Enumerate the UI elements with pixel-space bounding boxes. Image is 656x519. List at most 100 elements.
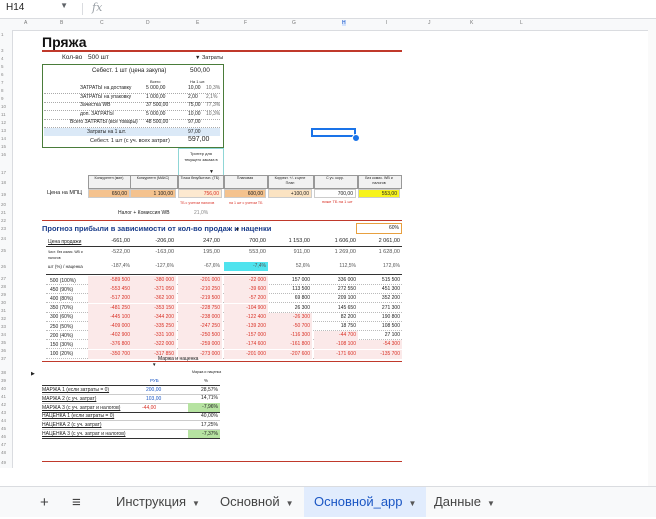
row-header-29[interactable]: 29 xyxy=(1,292,6,297)
row-header-47[interactable]: 47 xyxy=(1,442,6,447)
row-header-18[interactable]: 18 xyxy=(1,180,6,185)
row-header-46[interactable]: 46 xyxy=(1,434,6,439)
row-header-40[interactable]: 40 xyxy=(1,386,6,391)
tab-main-app[interactable]: Основной_app ▼ xyxy=(304,487,427,517)
name-box[interactable]: H14 ▼ xyxy=(6,1,68,15)
row-header-15[interactable]: 15 xyxy=(1,144,6,149)
row-header-32[interactable]: 32 xyxy=(1,316,6,321)
row-header-48[interactable]: 48 xyxy=(1,450,6,455)
row-header-23[interactable]: 23 xyxy=(1,226,6,231)
row-header-6[interactable]: 6 xyxy=(1,72,4,77)
price-value[interactable]: 756,00 xyxy=(178,189,222,198)
row-header-31[interactable]: 31 xyxy=(1,308,6,313)
sheet-title: Пряжа xyxy=(42,34,87,50)
price-value[interactable]: 553,00 xyxy=(358,189,400,198)
forecast-cell: -22 000 xyxy=(224,276,268,285)
cost-row-unit: 10,00 xyxy=(188,110,201,117)
row-header-44[interactable]: 44 xyxy=(1,418,6,423)
row-header-3[interactable]: 3 xyxy=(1,48,4,53)
row-header-17[interactable]: 17 xyxy=(1,170,6,175)
row-header-9[interactable]: 9 xyxy=(1,96,4,101)
row-header-42[interactable]: 42 xyxy=(1,402,6,407)
cost-value[interactable]: 500,00 xyxy=(190,67,210,74)
forecast-cell: -219 500 xyxy=(178,294,222,304)
forecast-cell: -139 200 xyxy=(224,322,268,331)
fill-handle[interactable] xyxy=(352,134,360,142)
row-header-45[interactable]: 45 xyxy=(1,426,6,431)
row-header-37[interactable]: 37 xyxy=(1,356,6,361)
fx-icon: fx xyxy=(92,1,103,14)
forecast-qty: 300 (60%) xyxy=(50,314,74,321)
row-header-26[interactable]: 26 xyxy=(1,264,6,269)
price-value[interactable]: 650,00 xyxy=(88,189,130,198)
row-header-38[interactable]: 38 xyxy=(1,370,6,375)
forecast-pct[interactable]: 60% xyxy=(389,225,399,231)
row-header-25[interactable]: 25 xyxy=(1,248,6,253)
forecast-arrow[interactable]: ▼ xyxy=(235,227,240,233)
cost-row-total[interactable]: 5 000,00 xyxy=(146,85,165,91)
vertical-scrollbar[interactable] xyxy=(648,30,656,486)
row-header-24[interactable]: 24 xyxy=(1,236,6,241)
markup-block-arrow[interactable]: ▼ xyxy=(152,362,156,368)
cost-row-total[interactable]: 37 500,00 xyxy=(146,102,168,108)
column-header-h[interactable]: H xyxy=(342,20,346,26)
tab-data[interactable]: Данные ▼ xyxy=(424,487,505,517)
collapse-icon[interactable]: ▶ xyxy=(31,371,35,377)
price-value[interactable]: 700,00 xyxy=(314,189,356,198)
row-header-4[interactable]: 4 xyxy=(1,56,4,61)
row-header-35[interactable]: 35 xyxy=(1,340,6,345)
tab-main[interactable]: Основной ▼ xyxy=(210,487,304,517)
row-header-11[interactable]: 11 xyxy=(1,112,6,117)
column-header-g[interactable]: G xyxy=(292,20,296,26)
row-header-8[interactable]: 8 xyxy=(1,88,4,93)
column-header-j[interactable]: J xyxy=(428,20,431,26)
column-header-c[interactable]: C xyxy=(100,20,104,26)
column-header-i[interactable]: I xyxy=(386,20,387,26)
sheet-grid[interactable]: Пряжа Кол-во 500 шт ▼ Затраты Себест. 1 … xyxy=(12,30,656,468)
column-header-k[interactable]: K xyxy=(470,20,473,26)
row-header-30[interactable]: 30 xyxy=(1,300,6,305)
qty-value[interactable]: 500 шт xyxy=(88,54,109,61)
column-header-d[interactable]: D xyxy=(146,20,150,26)
row-header-41[interactable]: 41 xyxy=(1,394,6,399)
selected-cell[interactable] xyxy=(311,128,356,137)
all-sheets-icon[interactable]: ≡ xyxy=(72,494,81,511)
column-header-b[interactable]: B xyxy=(60,20,63,26)
column-header-l[interactable]: L xyxy=(520,20,523,26)
column-header-f[interactable]: F xyxy=(244,20,247,26)
column-header-e[interactable]: E xyxy=(196,20,199,26)
price-value[interactable]: +100,00 xyxy=(268,189,312,198)
row-header-43[interactable]: 43 xyxy=(1,410,6,415)
tab-instruction[interactable]: Инструкция ▼ xyxy=(106,487,210,517)
row-header-22[interactable]: 22 xyxy=(1,218,6,223)
cost-row-total[interactable]: 5 000,00 xyxy=(146,111,165,117)
forecast-cell: -247 250 xyxy=(178,322,222,331)
row-header-13[interactable]: 13 xyxy=(1,128,6,133)
row-header-36[interactable]: 36 xyxy=(1,348,6,353)
row-header-1[interactable]: 1 xyxy=(1,32,4,37)
row-header-16[interactable]: 16 xyxy=(1,152,6,157)
row-header-5[interactable]: 5 xyxy=(1,64,4,69)
row-header-14[interactable]: 14 xyxy=(1,136,6,141)
add-sheet-icon[interactable]: + xyxy=(40,494,49,511)
column-header-a[interactable]: A xyxy=(24,20,27,26)
forecast-cell: -104 900 xyxy=(224,303,268,313)
cost-row-total[interactable]: 1 000,00 xyxy=(146,94,165,100)
cost-row-total[interactable]: 48 500,00 xyxy=(146,119,168,125)
row-header-28[interactable]: 28 xyxy=(1,284,6,289)
row-header-27[interactable]: 27 xyxy=(1,276,6,281)
row-header-49[interactable]: 49 xyxy=(1,460,6,465)
row-header-34[interactable]: 34 xyxy=(1,332,6,337)
row-header-19[interactable]: 19 xyxy=(1,192,6,197)
row-header-20[interactable]: 20 xyxy=(1,202,6,207)
row-header-10[interactable]: 10 xyxy=(1,104,6,109)
row-header-12[interactable]: 12 xyxy=(1,120,6,125)
row-header-7[interactable]: 7 xyxy=(1,80,4,85)
row-header-21[interactable]: 21 xyxy=(1,210,6,215)
price-value[interactable]: 1 100,00 xyxy=(130,189,176,198)
costs-toggle[interactable]: ▼ Затраты xyxy=(195,55,223,61)
price-value[interactable]: 600,00 xyxy=(224,189,266,198)
row-header-39[interactable]: 39 xyxy=(1,378,6,383)
tab-main-app-label: Основной_app xyxy=(314,494,403,509)
row-header-33[interactable]: 33 xyxy=(1,324,6,329)
